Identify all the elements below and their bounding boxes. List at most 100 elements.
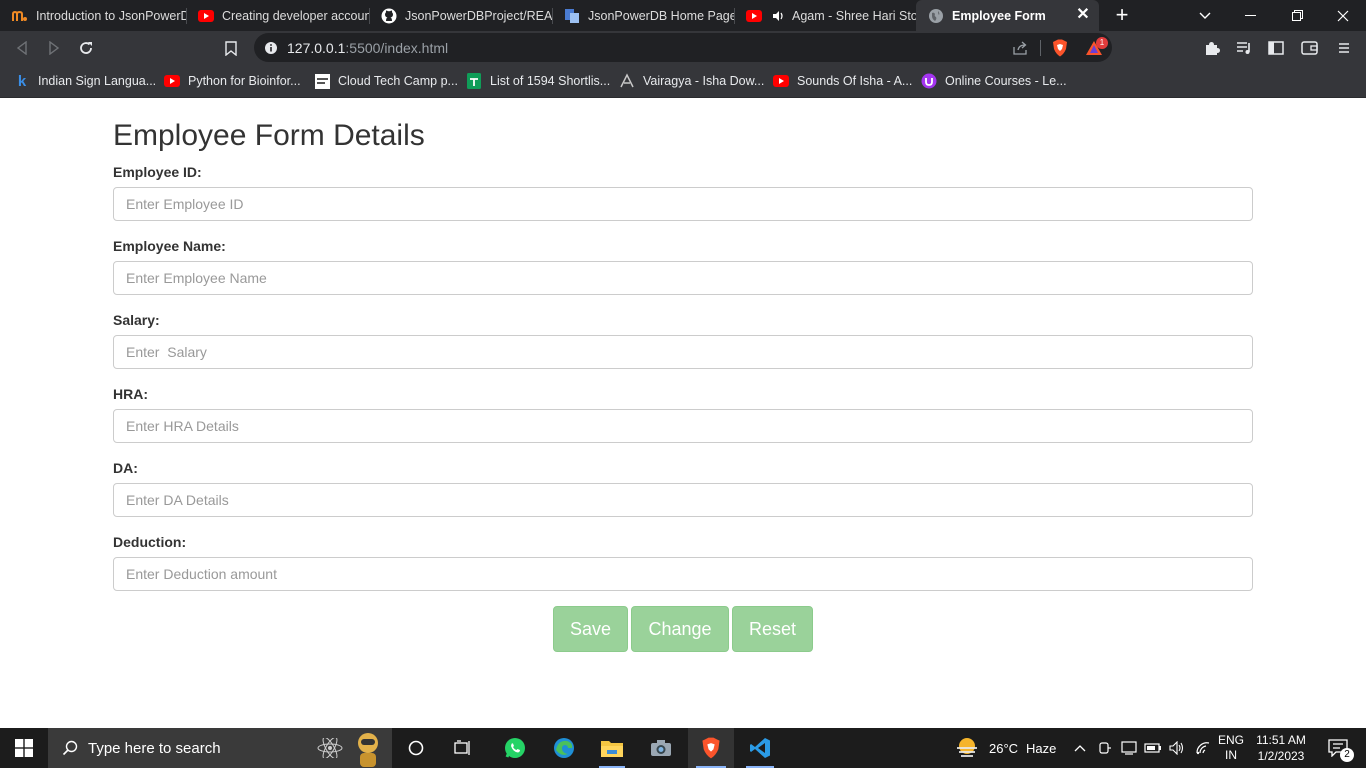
weather-condition: Haze [1026,740,1057,756]
deduction-label: Deduction: [113,534,187,550]
clock-time: 11:51 AM [1256,733,1306,747]
employee-id-input[interactable] [113,187,1253,221]
hra-label: HRA: [113,386,148,402]
tab-github-readme[interactable]: JsonPowerDBProject/READ [369,0,552,31]
tab-title: JsonPowerDB Home Page [588,8,734,23]
weather-temp: 26°C [989,740,1019,756]
deduction-input[interactable] [113,557,1253,591]
menu-icon[interactable] [1332,36,1356,60]
page-content: Employee Form Details Employee ID: Emplo… [0,99,1366,728]
language-line1: ENG [1217,733,1244,747]
tab-strip: Introduction to JsonPowerD Creating deve… [0,0,1366,31]
m-logo-icon [12,8,28,24]
whatsapp-icon[interactable] [494,728,536,768]
taskbar-search-box[interactable]: Type here to search [48,728,392,768]
employee-name-input[interactable] [113,261,1253,295]
bookmark-item[interactable]: Python for Bioinfor... [164,72,301,90]
jpdb-icon [564,8,580,24]
tab-title: Employee Form [952,8,1046,23]
wifi-icon[interactable] [1193,728,1213,768]
da-input[interactable] [113,483,1253,517]
tab-agam[interactable]: Agam - Shree Hari Stot [734,0,916,31]
bookmark-label: List of 1594 Shortlis... [490,74,611,88]
change-button[interactable]: Change [631,606,729,652]
bookmark-item[interactable]: Online Courses - Le... [921,72,1067,90]
salary-input[interactable] [113,335,1253,369]
bookmark-icon[interactable] [219,36,243,60]
battery-icon[interactable] [1143,728,1163,768]
page-icon [314,73,330,89]
sheets-icon [466,73,482,89]
meet-now-icon[interactable] [1095,728,1115,768]
minimize-button[interactable] [1227,0,1273,31]
close-tab-icon[interactable]: ✕ [1075,7,1091,23]
forward-arrow-icon[interactable] [42,36,66,60]
tab-title: Agam - Shree Hari Stot [792,8,916,23]
bookmark-label: Sounds Of Isha - A... [797,74,913,88]
extensions-puzzle-icon[interactable] [1200,36,1224,60]
edge-browser-icon[interactable] [543,728,585,768]
hra-input[interactable] [113,409,1253,443]
volume-icon[interactable] [1167,728,1187,768]
notification-count-badge: 2 [1340,748,1354,762]
science-atom-icon [316,738,344,758]
notification-center-icon[interactable]: 2 [1318,728,1358,768]
bookmark-item[interactable]: Vairagya - Isha Dow... [619,72,764,90]
tab-title: Introduction to JsonPowerD [36,8,186,23]
file-explorer-icon[interactable] [591,728,633,768]
share-icon[interactable] [1012,39,1030,57]
vscode-icon[interactable] [738,728,782,768]
task-view-icon[interactable] [396,728,436,768]
weather-widget[interactable]: 26°C Haze [955,728,1065,768]
bookmark-item[interactable]: k Indian Sign Langua... [14,72,156,90]
new-tab-button[interactable]: + [1111,4,1133,26]
da-label: DA: [113,460,138,476]
search-highlight-character-icon [352,731,384,767]
bookmark-label: Cloud Tech Camp p... [338,74,458,88]
bookmark-item[interactable]: List of 1594 Shortlis... [466,72,610,90]
sidebar-icon[interactable] [1264,36,1288,60]
tab-search-chevron-icon[interactable] [1182,0,1228,31]
tab-jsonpowerdb-home[interactable]: JsonPowerDB Home Page [552,0,734,31]
search-icon [62,740,78,756]
widgets-icon[interactable] [443,728,483,768]
restore-button[interactable] [1274,0,1320,31]
bookmark-item[interactable]: Cloud Tech Camp p... [314,72,458,90]
bookmark-label: Indian Sign Langua... [38,74,157,88]
haze-sun-icon [955,737,979,759]
address-bar[interactable]: 127.0.0.1:5500/index.html 1 [254,33,1112,62]
page-title: Employee Form Details [113,119,425,152]
tab-creating-developer-account[interactable]: Creating developer account [186,0,369,31]
tab-introduction[interactable]: Introduction to JsonPowerD [0,0,186,31]
k-icon: k [17,72,27,90]
brave-taskbar-icon[interactable] [688,728,734,768]
browser-toolbar: 127.0.0.1:5500/index.html 1 [0,31,1366,65]
display-icon[interactable] [1119,728,1139,768]
url-text: 127.0.0.1:5500/index.html [287,40,449,56]
back-arrow-icon[interactable] [10,36,34,60]
language-line2: IN [1225,748,1237,762]
camera-icon[interactable] [640,728,682,768]
brave-shields-icon[interactable] [1051,39,1069,57]
save-button[interactable]: Save [553,606,628,652]
wallet-icon[interactable] [1298,36,1322,60]
site-info-icon[interactable] [262,39,280,57]
reload-icon[interactable] [74,36,98,60]
speaker-icon[interactable] [770,8,786,24]
bookmark-label: Python for Bioinfor... [188,74,301,88]
playlist-icon[interactable] [1232,36,1256,60]
globe-icon [928,8,944,24]
youtube-icon [164,73,180,89]
youtube-icon [746,8,762,24]
show-hidden-icons-chevron-icon[interactable] [1071,728,1089,768]
rewards-badge: 1 [1096,37,1108,49]
tab-employee-form[interactable]: Employee Form ✕ [916,0,1099,31]
language-indicator[interactable]: ENG IN [1216,728,1246,768]
bookmark-label: Vairagya - Isha Dow... [643,74,765,88]
close-window-button[interactable] [1320,0,1366,31]
reset-button[interactable]: Reset [732,606,813,652]
bookmark-item[interactable]: Sounds Of Isha - A... [773,72,912,90]
clock[interactable]: 11:51 AM 1/2/2023 [1250,728,1312,768]
windows-start-icon[interactable] [0,728,48,768]
github-icon [381,8,397,24]
